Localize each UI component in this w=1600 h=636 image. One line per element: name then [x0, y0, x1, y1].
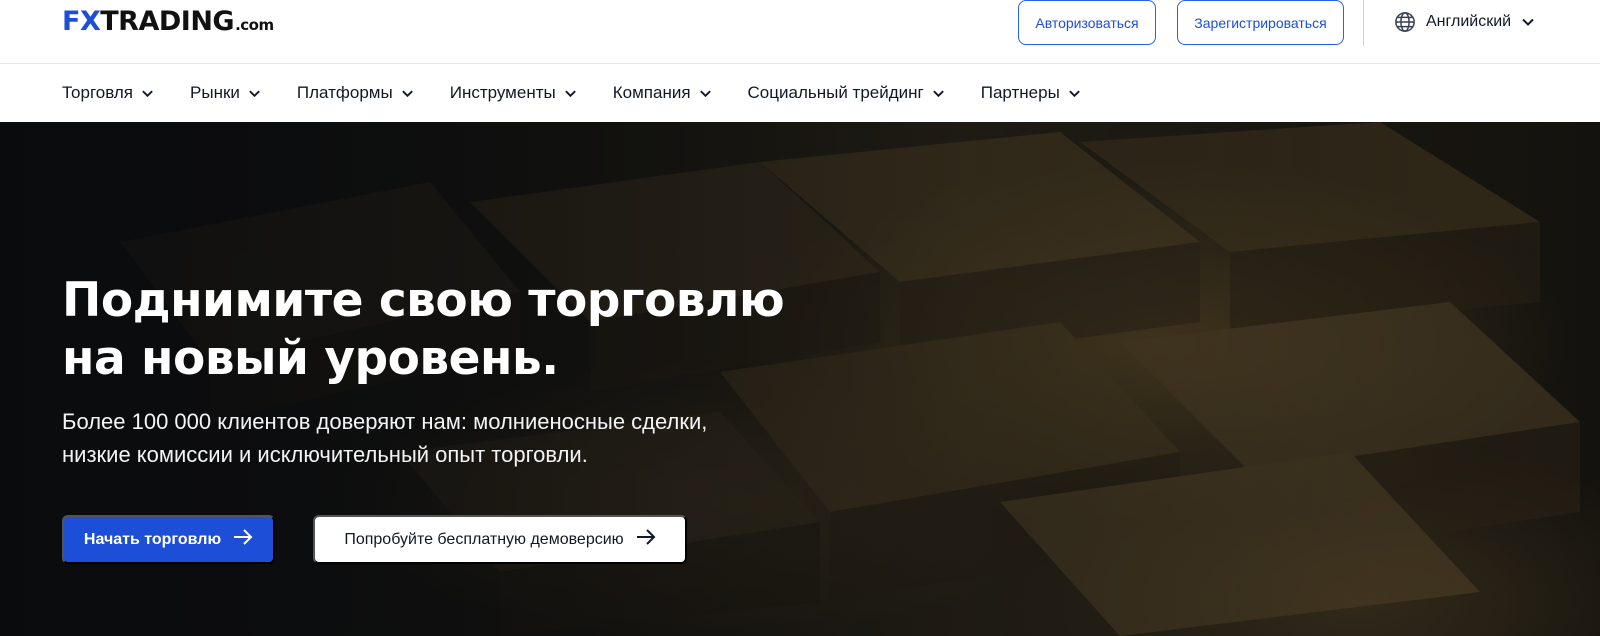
chevron-down-icon	[1521, 15, 1535, 29]
register-button[interactable]: Зарегистрироваться	[1177, 0, 1344, 45]
arrow-right-icon	[233, 529, 253, 550]
logo[interactable]: FX TRADING .com	[62, 6, 274, 37]
nav-item-company[interactable]: Компания	[613, 83, 712, 103]
nav-item-label: Рынки	[190, 83, 240, 102]
chevron-down-icon	[248, 87, 261, 100]
hero-section: Поднимите свою торговлю на новый уровень…	[0, 122, 1600, 636]
language-label: Английский	[1426, 13, 1512, 30]
language-selector[interactable]: Английский	[1394, 9, 1535, 35]
globe-icon	[1394, 11, 1416, 33]
logo-com: .com	[235, 16, 274, 34]
hero-title: Поднимите свою торговлю на новый уровень…	[62, 272, 962, 388]
nav-item-tools[interactable]: Инструменты	[450, 83, 577, 103]
hero-subtitle: Более 100 000 клиентов доверяют нам: мол…	[62, 405, 822, 471]
chevron-down-icon	[401, 87, 414, 100]
start-trading-label: Начать торговлю	[83, 530, 222, 548]
hero-subtitle-line-2: низкие комиссии и исключительный опыт то…	[62, 442, 588, 467]
nav-item-label: Компания	[612, 83, 691, 102]
hero-title-line-1: Поднимите свою торговлю	[62, 273, 785, 328]
logo-fx: FX	[62, 6, 101, 37]
nav-item-trading[interactable]: Торговля	[62, 83, 154, 103]
nav-item-markets[interactable]: Рынки	[190, 83, 261, 103]
nav-item-label: Инструменты	[449, 83, 556, 102]
chevron-down-icon	[141, 87, 154, 100]
nav-item-platforms[interactable]: Платформы	[297, 83, 414, 103]
login-button[interactable]: Авторизоваться	[1018, 0, 1156, 45]
hero-title-line-2: на новый уровень.	[62, 331, 559, 386]
top-header: FX TRADING .com Авторизоваться Зарегистр…	[0, 0, 1600, 64]
chevron-down-icon	[932, 87, 945, 100]
hero-subtitle-line-1: Более 100 000 клиентов доверяют нам: мол…	[62, 409, 708, 434]
arrow-right-icon	[636, 529, 656, 550]
chevron-down-icon	[564, 87, 577, 100]
chevron-down-icon	[699, 87, 712, 100]
main-nav: Торговля Рынки Платформы Инструменты Ком…	[0, 64, 1600, 122]
nav-item-social-trading[interactable]: Социальный трейдинг	[748, 83, 945, 103]
start-trading-button[interactable]: Начать торговлю	[62, 515, 275, 564]
nav-item-label: Торговля	[62, 83, 134, 102]
chevron-down-icon	[1068, 87, 1081, 100]
nav-item-label: Социальный трейдинг	[747, 83, 924, 102]
nav-item-label: Платформы	[296, 83, 393, 102]
header-divider	[1363, 0, 1364, 46]
demo-account-label: Попробуйте бесплатную демоверсию	[344, 530, 624, 548]
demo-account-button[interactable]: Попробуйте бесплатную демоверсию	[313, 515, 687, 564]
logo-trading: TRADING	[100, 6, 235, 37]
nav-item-partners[interactable]: Партнеры	[981, 83, 1081, 103]
nav-item-label: Партнеры	[980, 83, 1060, 102]
